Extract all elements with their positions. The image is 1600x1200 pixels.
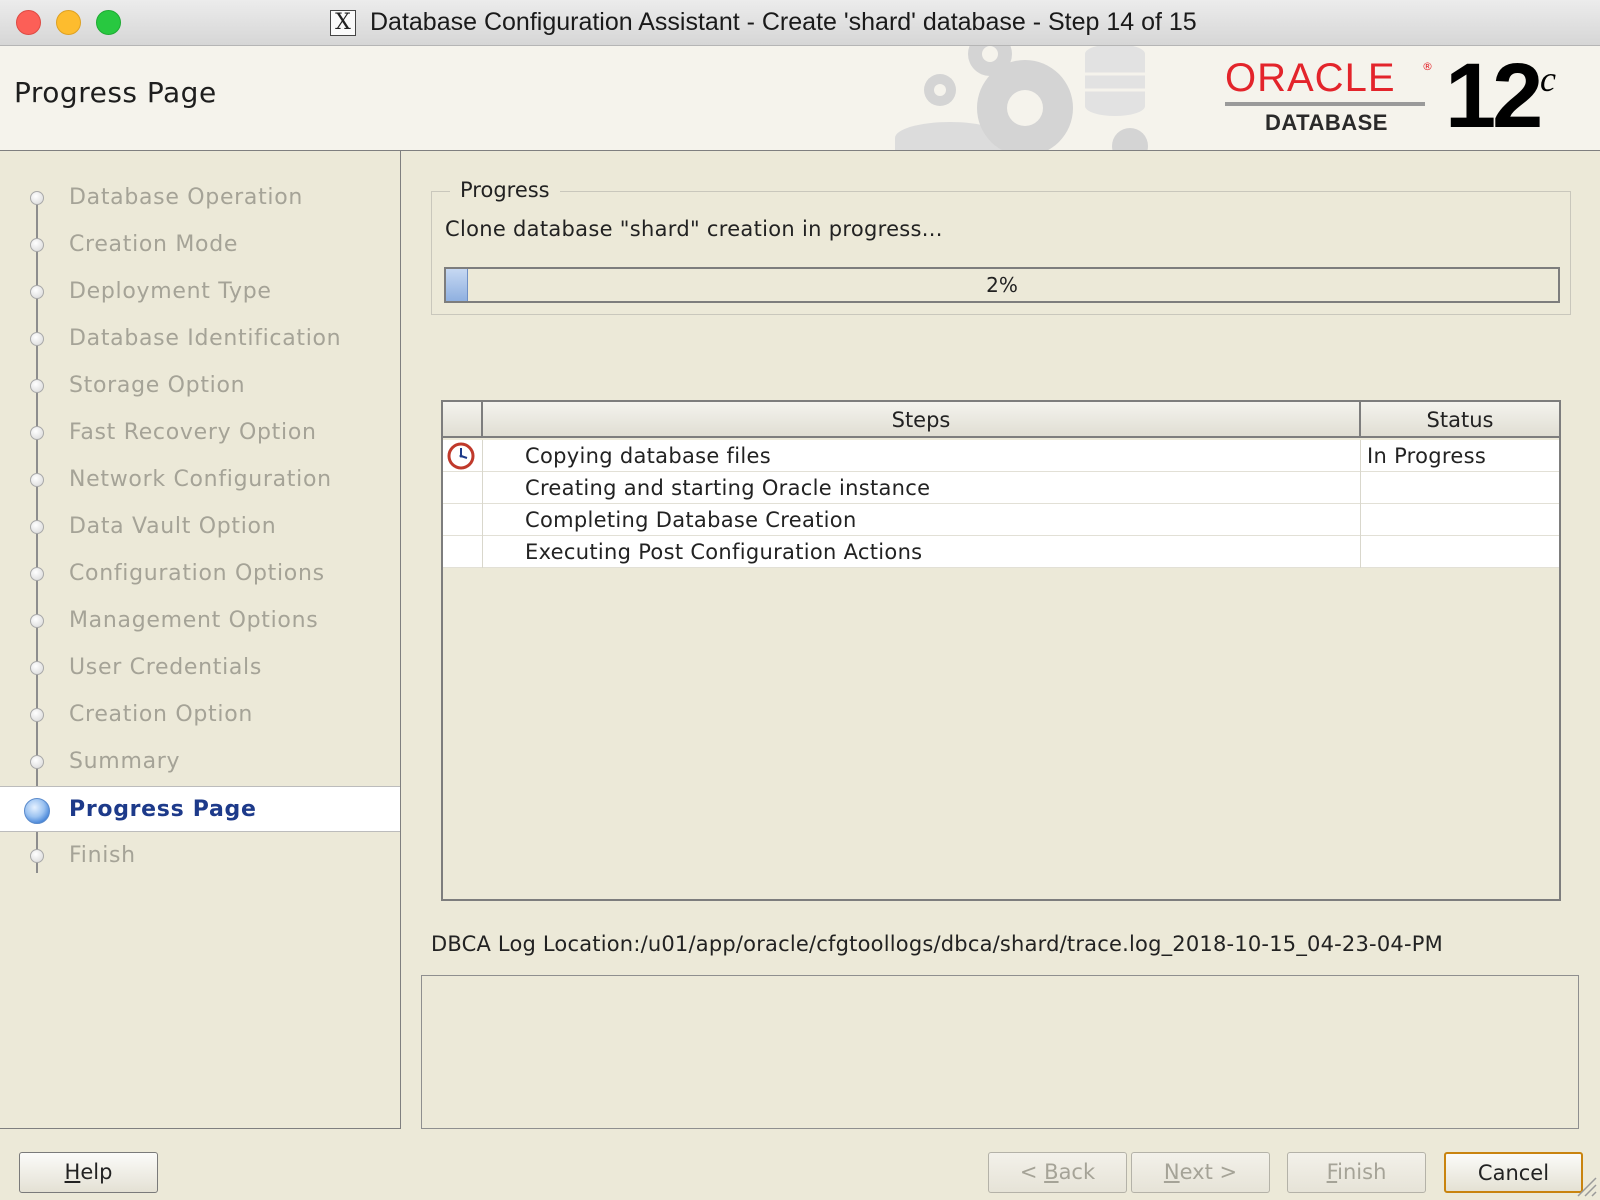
sidebar-step-label: Deployment Type [69,279,272,304]
cancel-button[interactable]: Cancel [1444,1152,1583,1193]
step-status-cell [1361,472,1559,504]
progress-message: Clone database "shard" creation in progr… [445,217,943,241]
log-output-area[interactable] [421,975,1579,1129]
gears-decoration-icon [895,46,1148,150]
step-bullet-icon [30,755,44,769]
x11-icon: X [330,10,356,36]
sidebar-step-label: Creation Mode [69,232,239,257]
sidebar-step-database-identification[interactable]: Database Identification [0,316,400,362]
sidebar-step-summary[interactable]: Summary [0,739,400,785]
database-logo-text: DATABASE [1265,110,1388,135]
sidebar-step-fast-recovery-option[interactable]: Fast Recovery Option [0,410,400,456]
sidebar-step-finish[interactable]: Finish [0,833,400,879]
sidebar-step-storage-option[interactable]: Storage Option [0,363,400,409]
progress-group-label: Progress [450,178,560,202]
sidebar-step-label: Storage Option [69,373,246,398]
registered-mark: ® [1422,60,1433,73]
step-bullet-icon [30,708,44,722]
sidebar-step-user-credentials[interactable]: User Credentials [0,645,400,691]
status-column-header[interactable]: Status [1361,402,1559,438]
sidebar-step-label: Network Configuration [69,467,332,492]
row-icon-cell [443,472,483,504]
sidebar-step-creation-mode[interactable]: Creation Mode [0,222,400,268]
sidebar-step-label: Configuration Options [69,561,325,586]
sidebar-step-network-configuration[interactable]: Network Configuration [0,457,400,503]
minimize-window-button[interactable] [56,10,81,35]
sidebar-step-label: Database Identification [69,326,342,351]
step-status-cell [1361,504,1559,536]
sidebar-step-label: User Credentials [69,655,263,680]
steps-column-header[interactable]: Steps [483,402,1361,438]
progress-percent-label: 2% [986,273,1018,297]
step-bullet-icon [30,614,44,628]
step-bullet-icon [30,661,44,675]
sidebar-step-label: Fast Recovery Option [69,420,317,445]
sidebar-step-label: Progress Page [69,797,257,822]
step-bullet-icon [30,379,44,393]
step-name-cell: Copying database files [483,440,1361,472]
sidebar-step-progress-page[interactable]: Progress Page [0,786,400,832]
row-icon-cell [443,440,483,472]
sidebar-step-database-operation[interactable]: Database Operation [0,175,400,221]
step-name-cell: Executing Post Configuration Actions [483,536,1361,568]
step-bullet-icon [30,849,44,863]
table-header-row: Steps Status [443,402,1559,438]
sidebar-step-label: Management Options [69,608,319,633]
close-window-button[interactable] [16,10,41,35]
clock-icon [447,442,475,470]
oracle-logo-text: ORACLE [1225,56,1396,100]
step-bullet-icon [30,285,44,299]
sidebar-step-data-vault-option[interactable]: Data Vault Option [0,504,400,550]
resize-grip-icon[interactable] [1574,1174,1598,1198]
version-number: 12 [1445,46,1543,147]
step-bullet-icon [30,473,44,487]
progress-bar: 2% [444,267,1560,303]
help-button[interactable]: Help [19,1152,158,1193]
row-icon-cell [443,504,483,536]
window-title: Database Configuration Assistant - Creat… [370,8,1197,36]
finish-button[interactable]: Finish [1287,1152,1426,1193]
step-status-cell: In Progress [1367,444,1487,468]
sidebar-step-label: Summary [69,749,181,774]
sidebar-step-label: Finish [69,843,136,868]
sidebar-step-label: Database Operation [69,185,304,210]
icon-column-header[interactable] [443,402,483,438]
zoom-window-button[interactable] [96,10,121,35]
sidebar-step-label: Data Vault Option [69,514,277,539]
step-bullet-icon [30,567,44,581]
wizard-steps-sidebar: Database Operation Creation Mode Deploymen… [0,151,401,1129]
sidebar-step-configuration-options[interactable]: Configuration Options [0,551,400,597]
sidebar-step-deployment-type[interactable]: Deployment Type [0,269,400,315]
next-button[interactable]: Next > [1131,1152,1270,1193]
sidebar-step-creation-option[interactable]: Creation Option [0,692,400,738]
progress-group: Progress Clone database "shard" creation… [431,178,1571,315]
step-current-bullet-icon [24,798,50,824]
step-name-cell: Creating and starting Oracle instance [483,472,1361,504]
table-row[interactable]: Creating and starting Oracle instance [443,472,1559,504]
row-icon-cell [443,536,483,568]
table-row[interactable]: Completing Database Creation [443,504,1559,536]
table-row[interactable]: Copying database files In Progress [443,440,1559,472]
back-button[interactable]: < Back [988,1152,1127,1193]
step-bullet-icon [30,191,44,205]
step-bullet-icon [30,426,44,440]
page-title: Progress Page [14,76,217,109]
logo-divider [1225,102,1425,106]
log-location-label: DBCA Log Location:/u01/app/oracle/cfgtoo… [431,932,1443,956]
version-suffix: c [1540,59,1556,99]
sidebar-step-label: Creation Option [69,702,253,727]
step-bullet-icon [30,332,44,346]
step-status-cell [1361,536,1559,568]
table-row[interactable]: Executing Post Configuration Actions [443,536,1559,568]
steps-table: Steps Status Copying database files In Pr… [441,400,1561,901]
title-bar: X Database Configuration Assistant - Cre… [0,0,1600,46]
sidebar-step-management-options[interactable]: Management Options [0,598,400,644]
step-name-cell: Completing Database Creation [483,504,1361,536]
step-bullet-icon [30,520,44,534]
step-bullet-icon [30,238,44,252]
header-banner: Progress Page ORACLE ® DATABASE 12 c [0,46,1600,151]
